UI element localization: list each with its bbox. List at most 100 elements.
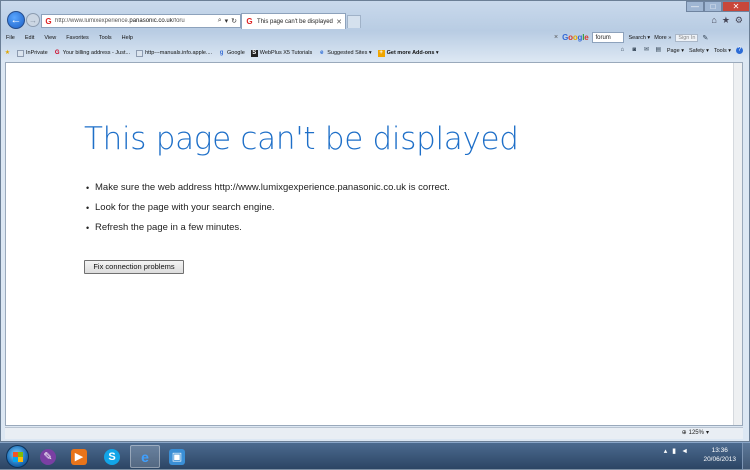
fav-addons[interactable]: + Get more Add-ons ▾ (377, 49, 439, 57)
vertical-scrollbar[interactable] (733, 63, 742, 425)
menu-edit[interactable]: Edit (20, 35, 39, 41)
feeds-icon[interactable]: ◙ (631, 47, 638, 54)
minimize-button[interactable]: — (686, 1, 704, 12)
menu-file[interactable]: File (1, 35, 20, 41)
show-desktop-button[interactable] (742, 443, 750, 470)
favorites-star[interactable]: ★ (4, 50, 11, 57)
media-player-icon: ▶ (71, 448, 87, 465)
fav-suggested[interactable]: e Suggested Sites ▾ (318, 49, 372, 57)
clock[interactable]: 13:36 20/06/2013 (703, 446, 736, 464)
g-icon: G (54, 49, 60, 56)
page-icon (17, 49, 24, 57)
fav-webplus[interactable]: S WebPlus X5 Tutorials (250, 49, 313, 57)
taskbar-item-ie[interactable]: e (130, 445, 160, 468)
maximize-button[interactable]: □ (704, 1, 722, 12)
fav-inprivate[interactable]: InPrivate (17, 49, 48, 57)
google-search-input[interactable]: forum (592, 32, 625, 43)
back-button[interactable]: ← (7, 11, 25, 29)
tab-favicon-icon: G (246, 17, 253, 26)
fav-manuals[interactable]: http---manuals.info.apple.... (136, 49, 212, 57)
start-button[interactable] (6, 445, 29, 468)
address-bar[interactable]: G http://www.lumixexperience.panasonic.c… (41, 14, 241, 28)
s-icon: S (250, 49, 258, 57)
wrench-icon[interactable]: ✎ (702, 34, 708, 42)
menu-view[interactable]: View (39, 35, 61, 41)
taskbar-item-photos[interactable]: ✎ (33, 445, 63, 468)
clock-date: 20/06/2013 (703, 456, 736, 463)
print-icon[interactable]: ▤ (655, 47, 662, 54)
tools-menu[interactable]: Tools ▾ (714, 48, 731, 54)
page-content: This page can't be displayed Make sure t… (5, 62, 743, 426)
zoom-level: 125% (688, 429, 704, 436)
taskbar-item-skype[interactable]: S (97, 445, 127, 468)
address-url[interactable]: http://www.lumixexperience.panasonic.co.… (55, 18, 195, 24)
skype-icon: S (104, 448, 120, 465)
home-icon[interactable]: ⌂ (711, 15, 716, 26)
list-item: Look for the page with your search engin… (84, 202, 450, 222)
page-title: This page can't be displayed (84, 121, 519, 157)
menu-help[interactable]: Help (117, 35, 138, 41)
back-arrow-icon: ← (10, 14, 22, 26)
url-prefix: http://www.lumixexperience. (55, 18, 130, 24)
google-icon: g (219, 49, 224, 56)
tab-title: This page can't be displayed (257, 18, 333, 25)
browser-actions: ⌂ ★ ⚙ (711, 15, 743, 26)
google-more-button[interactable]: More » (654, 35, 671, 41)
photos-icon: ✎ (40, 448, 56, 465)
addon-icon: + (377, 49, 385, 57)
close-button[interactable]: ✕ (722, 1, 750, 12)
list-item: Refresh the page in a few minutes. (84, 222, 450, 242)
command-bar: ⌂ ◙ ✉ ▤ Page ▾ Safety ▾ Tools ▾ ? (619, 47, 743, 54)
new-tab-button[interactable] (347, 15, 361, 28)
taskbar-item-network[interactable]: ▣ (162, 445, 192, 468)
zoom-icon: ⊕ (681, 430, 687, 436)
fav-label: InPrivate (26, 50, 48, 56)
forward-button[interactable]: → (26, 13, 40, 27)
settings-icon[interactable]: ⚙ (735, 15, 743, 26)
dropdown-icon[interactable]: ▾ (225, 17, 229, 25)
url-domain: panasonic.co.uk (129, 18, 173, 24)
list-item: Make sure the web address http://www.lum… (84, 182, 450, 202)
fav-billing[interactable]: G Your billing address - Just... (54, 50, 130, 57)
tab-close-icon[interactable]: ✕ (336, 18, 342, 26)
favorites-icon[interactable]: ★ (722, 15, 730, 26)
refresh-icon[interactable]: ↻ (231, 17, 237, 25)
site-favicon-icon: G (45, 16, 52, 26)
zoom-control[interactable]: ⊕ 125% ▾ (681, 429, 709, 437)
fav-label: Get more Add-ons ▾ (386, 50, 439, 56)
tray-expand-icon[interactable]: ▴ (664, 447, 668, 455)
fav-label: Your billing address - Just... (62, 50, 131, 56)
chevron-down-icon: ▾ (705, 430, 709, 436)
page-icon (136, 49, 144, 57)
home-small-icon[interactable]: ⌂ (619, 47, 626, 54)
tab-active[interactable]: G This page can't be displayed ✕ (241, 13, 346, 29)
google-logo: Google (562, 33, 589, 42)
ie-icon: e (320, 49, 324, 56)
fav-google[interactable]: g Google (218, 50, 245, 57)
safety-menu[interactable]: Safety ▾ (689, 48, 709, 54)
search-icon[interactable]: ⌕ (218, 17, 222, 25)
google-toolbar-close-icon[interactable]: × (554, 34, 558, 41)
fav-label: WebPlus X5 Tutorials (259, 50, 313, 56)
fav-label: Suggested Sites ▾ (327, 50, 372, 56)
url-suffix: /foru (172, 18, 185, 24)
windows-logo-icon (13, 452, 23, 462)
help-icon[interactable]: ? (736, 47, 743, 54)
taskbar-item-media[interactable]: ▶ (64, 445, 94, 468)
page-menu[interactable]: Page ▾ (667, 48, 684, 54)
menu-tools[interactable]: Tools (94, 35, 117, 41)
menu-favorites[interactable]: Favorites (61, 35, 94, 41)
google-signin-button[interactable]: Sign In (675, 33, 699, 42)
star-icon: ★ (4, 49, 11, 56)
mail-icon[interactable]: ✉ (643, 47, 650, 54)
taskbar: ✎ ▶ S e ▣ ▴ ▮ ◄ 13:36 20/06/2013 (0, 442, 750, 470)
suggestion-list: Make sure the web address http://www.lum… (84, 182, 450, 242)
google-search-button[interactable]: Search ▾ (628, 35, 650, 41)
google-toolbar: × Google forum Search ▾ More » Sign In ✎ (554, 31, 708, 44)
network-tray-icon[interactable]: ▮ (672, 447, 676, 455)
fix-connection-button[interactable]: Fix connection problems (84, 260, 184, 274)
network-icon: ▣ (169, 448, 185, 465)
title-bar: ← → G http://www.lumixexperience.panason… (1, 1, 750, 29)
fav-label: Google (227, 50, 245, 56)
volume-icon[interactable]: ◄ (681, 448, 688, 455)
